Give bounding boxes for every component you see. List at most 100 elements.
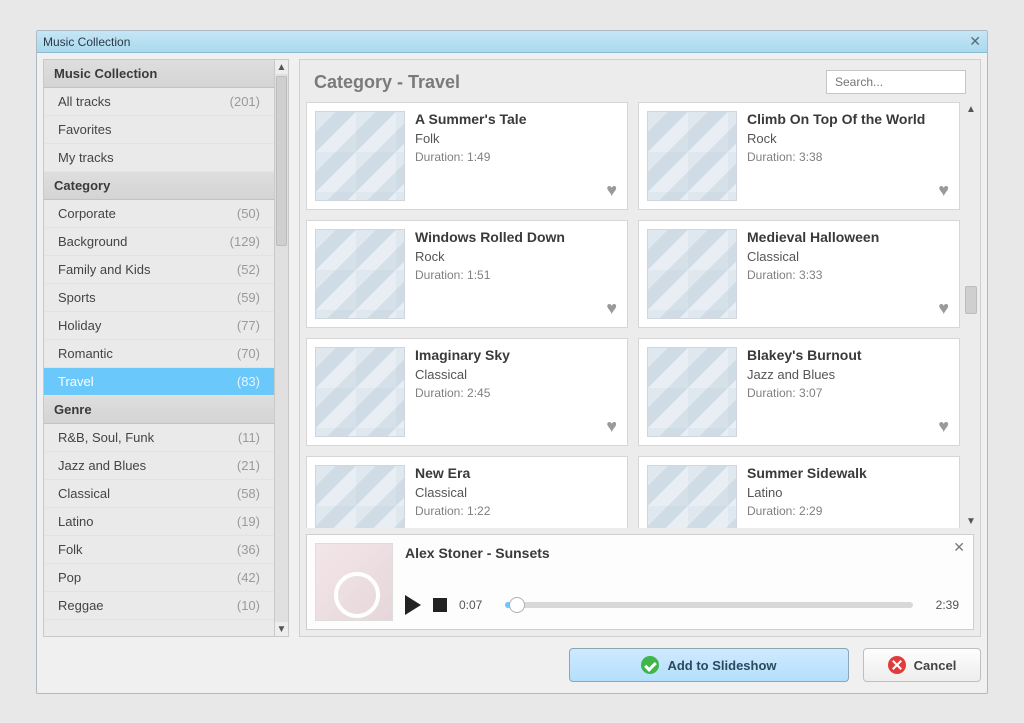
track-info: Imaginary SkyClassicalDuration: 2:45 xyxy=(415,347,619,437)
total-time: 2:39 xyxy=(925,598,959,612)
scroll-thumb[interactable] xyxy=(965,286,977,314)
cancel-button-label: Cancel xyxy=(914,658,957,673)
sidebar-item-count: (19) xyxy=(237,514,260,529)
track-title: A Summer's Tale xyxy=(415,111,619,127)
track-genre: Jazz and Blues xyxy=(747,367,951,382)
sidebar-item[interactable]: Holiday (77) xyxy=(44,312,274,340)
seek-knob[interactable] xyxy=(509,597,525,613)
sidebar-section-header: Music Collection xyxy=(44,60,274,88)
sidebar-item[interactable]: Folk (36) xyxy=(44,536,274,564)
main-area: Music CollectionAll tracks(201)Favorites… xyxy=(43,59,981,637)
track-duration: Duration: 1:49 xyxy=(415,150,619,164)
track-card[interactable]: Windows Rolled DownRockDuration: 1:51♥ xyxy=(306,220,628,328)
sidebar-item-label: My tracks xyxy=(58,150,114,165)
sidebar-item[interactable]: All tracks(201) xyxy=(44,88,274,116)
sidebar-item[interactable]: Classical(58) xyxy=(44,480,274,508)
track-card[interactable]: New EraClassicalDuration: 1:22♥ xyxy=(306,456,628,528)
sidebar-item[interactable]: Latino(19) xyxy=(44,508,274,536)
sidebar-item[interactable]: Travel(83) xyxy=(44,368,274,396)
favorite-icon[interactable]: ♥ xyxy=(938,180,949,201)
track-card[interactable]: A Summer's TaleFolkDuration: 1:49♥ xyxy=(306,102,628,210)
track-artwork xyxy=(647,465,737,528)
sidebar-item-count: (36) xyxy=(237,542,260,557)
sidebar-item-label: Holiday xyxy=(58,318,101,333)
track-title: Blakey's Burnout xyxy=(747,347,951,363)
track-duration: Duration: 2:45 xyxy=(415,386,619,400)
track-card[interactable]: Imaginary SkyClassicalDuration: 2:45♥ xyxy=(306,338,628,446)
track-genre: Latino xyxy=(747,485,951,500)
add-button-label: Add to Slideshow xyxy=(667,658,776,673)
track-card[interactable]: Blakey's BurnoutJazz and BluesDuration: … xyxy=(638,338,960,446)
sidebar-item[interactable]: Pop(42) xyxy=(44,564,274,592)
close-icon[interactable]: ✕ xyxy=(969,33,981,50)
now-playing-title: Alex Stoner - Sunsets xyxy=(405,545,550,561)
track-artwork xyxy=(315,111,405,201)
track-info: Summer SidewalkLatinoDuration: 2:29 xyxy=(747,465,951,528)
sidebar-item-count: (58) xyxy=(237,486,260,501)
scroll-down-icon[interactable]: ▼ xyxy=(964,514,978,528)
sidebar-item[interactable]: Background(129) xyxy=(44,228,274,256)
search-input[interactable] xyxy=(826,70,966,94)
track-artwork xyxy=(315,229,405,319)
sidebar-item-count: (52) xyxy=(237,262,260,277)
sidebar-item[interactable]: Corporate(50) xyxy=(44,200,274,228)
sidebar-item-count: (42) xyxy=(237,570,260,585)
sidebar-item-label: Folk xyxy=(58,542,83,557)
track-artwork xyxy=(647,229,737,319)
sidebar-section-header: Genre xyxy=(44,396,274,424)
sidebar-item[interactable]: Sports(59) xyxy=(44,284,274,312)
track-duration: Duration: 3:38 xyxy=(747,150,951,164)
add-to-slideshow-button[interactable]: Add to Slideshow xyxy=(569,648,849,682)
elapsed-time: 0:07 xyxy=(459,598,493,612)
scroll-up-icon[interactable]: ▲ xyxy=(964,102,978,116)
player-controls: 0:07 2:39 xyxy=(405,595,959,615)
track-grid: A Summer's TaleFolkDuration: 1:49♥Climb … xyxy=(306,102,960,528)
track-info: Medieval HalloweenClassicalDuration: 3:3… xyxy=(747,229,951,319)
track-artwork xyxy=(315,347,405,437)
sidebar-item-count: (11) xyxy=(238,430,260,445)
track-duration: Duration: 1:22 xyxy=(415,504,619,518)
stop-button[interactable] xyxy=(433,598,447,612)
track-genre: Rock xyxy=(415,249,619,264)
scroll-thumb[interactable] xyxy=(276,76,287,246)
track-artwork xyxy=(315,465,405,528)
sidebar-scrollbar[interactable]: ▲ ▼ xyxy=(274,60,288,636)
favorite-icon[interactable]: ♥ xyxy=(938,416,949,437)
sidebar-item-count: (77) xyxy=(237,318,260,333)
content-panel: Category - Travel A Summer's TaleFolkDur… xyxy=(299,59,981,637)
content-scrollbar[interactable]: ▲ ▼ xyxy=(964,102,978,528)
close-icon[interactable]: ✕ xyxy=(953,539,965,556)
track-grid-wrap: A Summer's TaleFolkDuration: 1:49♥Climb … xyxy=(306,102,960,528)
sidebar-item-count: (129) xyxy=(230,234,260,249)
sidebar-item[interactable]: Family and Kids(52) xyxy=(44,256,274,284)
track-card[interactable]: Climb On Top Of the WorldRockDuration: 3… xyxy=(638,102,960,210)
favorite-icon[interactable]: ♥ xyxy=(938,298,949,319)
sidebar-item[interactable]: Reggae(10) xyxy=(44,592,274,620)
cancel-button[interactable]: Cancel xyxy=(863,648,981,682)
sidebar-item[interactable]: My tracks xyxy=(44,144,274,172)
window-body: Music CollectionAll tracks(201)Favorites… xyxy=(37,53,987,693)
sidebar-item-label: All tracks xyxy=(58,94,111,109)
track-duration: Duration: 1:51 xyxy=(415,268,619,282)
sidebar: Music CollectionAll tracks(201)Favorites… xyxy=(43,59,289,637)
sidebar-item[interactable]: Favorites xyxy=(44,116,274,144)
sidebar-item[interactable]: Romantic(70) xyxy=(44,340,274,368)
sidebar-item[interactable]: Jazz and Blues(21) xyxy=(44,452,274,480)
favorite-icon[interactable]: ♥ xyxy=(606,416,617,437)
scroll-down-icon[interactable]: ▼ xyxy=(275,622,288,636)
scroll-up-icon[interactable]: ▲ xyxy=(275,60,288,74)
sidebar-item-label: R&B, Soul, Funk xyxy=(58,430,154,445)
play-button[interactable] xyxy=(405,595,421,615)
favorite-icon[interactable]: ♥ xyxy=(606,298,617,319)
cancel-icon xyxy=(888,656,906,674)
track-card[interactable]: Medieval HalloweenClassicalDuration: 3:3… xyxy=(638,220,960,328)
seek-bar[interactable] xyxy=(505,602,913,608)
track-card[interactable]: Summer SidewalkLatinoDuration: 2:29♥ xyxy=(638,456,960,528)
player-artwork xyxy=(315,543,393,621)
sidebar-item[interactable]: R&B, Soul, Funk (11) xyxy=(44,424,274,452)
track-title: Summer Sidewalk xyxy=(747,465,951,481)
sidebar-item-count: (59) xyxy=(237,290,260,305)
track-duration: Duration: 3:33 xyxy=(747,268,951,282)
favorite-icon[interactable]: ♥ xyxy=(606,180,617,201)
track-genre: Classical xyxy=(415,367,619,382)
